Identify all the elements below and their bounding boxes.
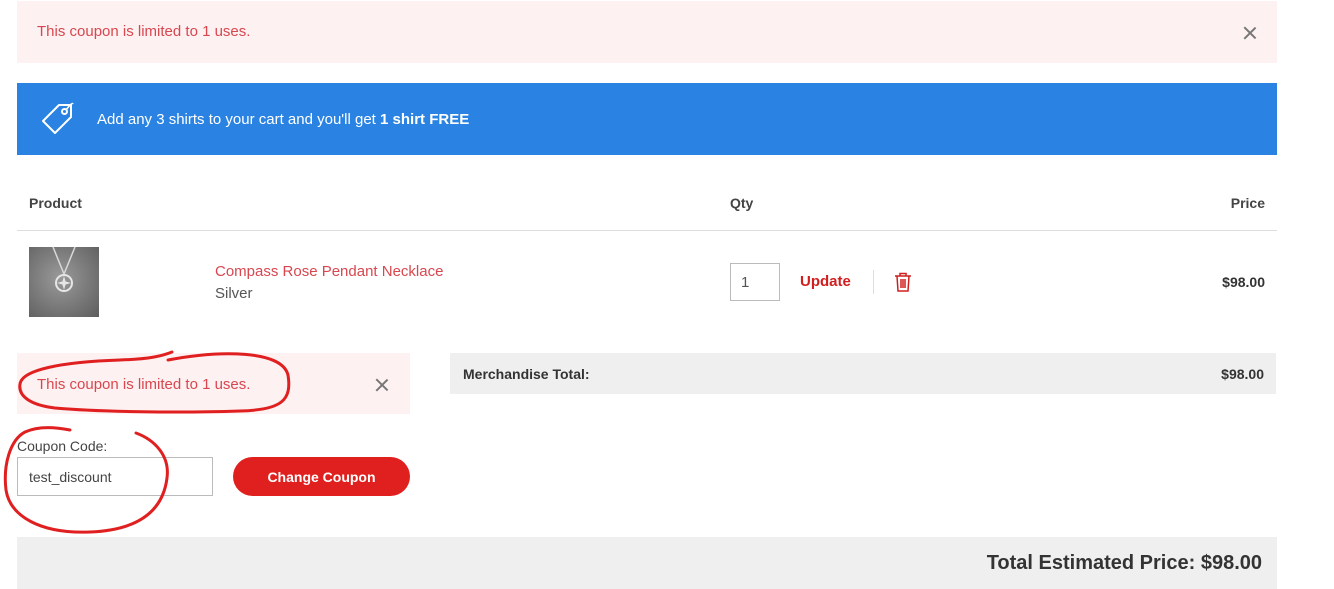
merchandise-total-value: $98.00	[1221, 366, 1264, 382]
coupon-alert: This coupon is limited to 1 uses.	[17, 353, 410, 414]
line-item-price: $98.00	[1222, 274, 1265, 290]
change-coupon-button[interactable]: Change Coupon	[233, 457, 410, 496]
table-divider	[17, 230, 1277, 231]
update-button[interactable]: Update	[800, 273, 851, 290]
alert-message: This coupon is limited to 1 uses.	[37, 23, 251, 40]
total-estimated-price: Total Estimated Price: $98.00	[986, 552, 1262, 574]
total-estimated-row: Total Estimated Price: $98.00	[17, 537, 1277, 589]
coupon-code-label: Coupon Code:	[17, 438, 108, 454]
divider	[873, 270, 874, 294]
product-thumbnail[interactable]	[29, 246, 99, 317]
quantity-input[interactable]	[730, 263, 780, 301]
close-icon[interactable]	[374, 377, 390, 393]
trash-icon[interactable]	[894, 272, 912, 292]
product-name-link[interactable]: Compass Rose Pendant Necklace	[215, 263, 443, 280]
tag-icon	[42, 102, 74, 134]
alert-message: This coupon is limited to 1 uses.	[37, 376, 251, 393]
column-header-product: Product	[29, 195, 82, 211]
top-coupon-alert: This coupon is limited to 1 uses.	[17, 1, 1277, 63]
promo-highlight: 1 shirt FREE	[380, 111, 470, 128]
promo-text: Add any 3 shirts to your cart and you'll…	[97, 111, 470, 128]
close-icon[interactable]	[1242, 25, 1258, 41]
merchandise-total-label: Merchandise Total:	[463, 366, 590, 382]
necklace-thumbnail	[52, 246, 76, 292]
column-header-qty: Qty	[730, 195, 754, 211]
product-variant: Silver	[215, 285, 253, 302]
promo-banner: Add any 3 shirts to your cart and you'll…	[17, 83, 1277, 155]
coupon-code-input[interactable]	[17, 457, 213, 496]
column-header-price: Price	[1230, 195, 1265, 211]
merchandise-total-row: Merchandise Total: $98.00	[450, 353, 1276, 394]
